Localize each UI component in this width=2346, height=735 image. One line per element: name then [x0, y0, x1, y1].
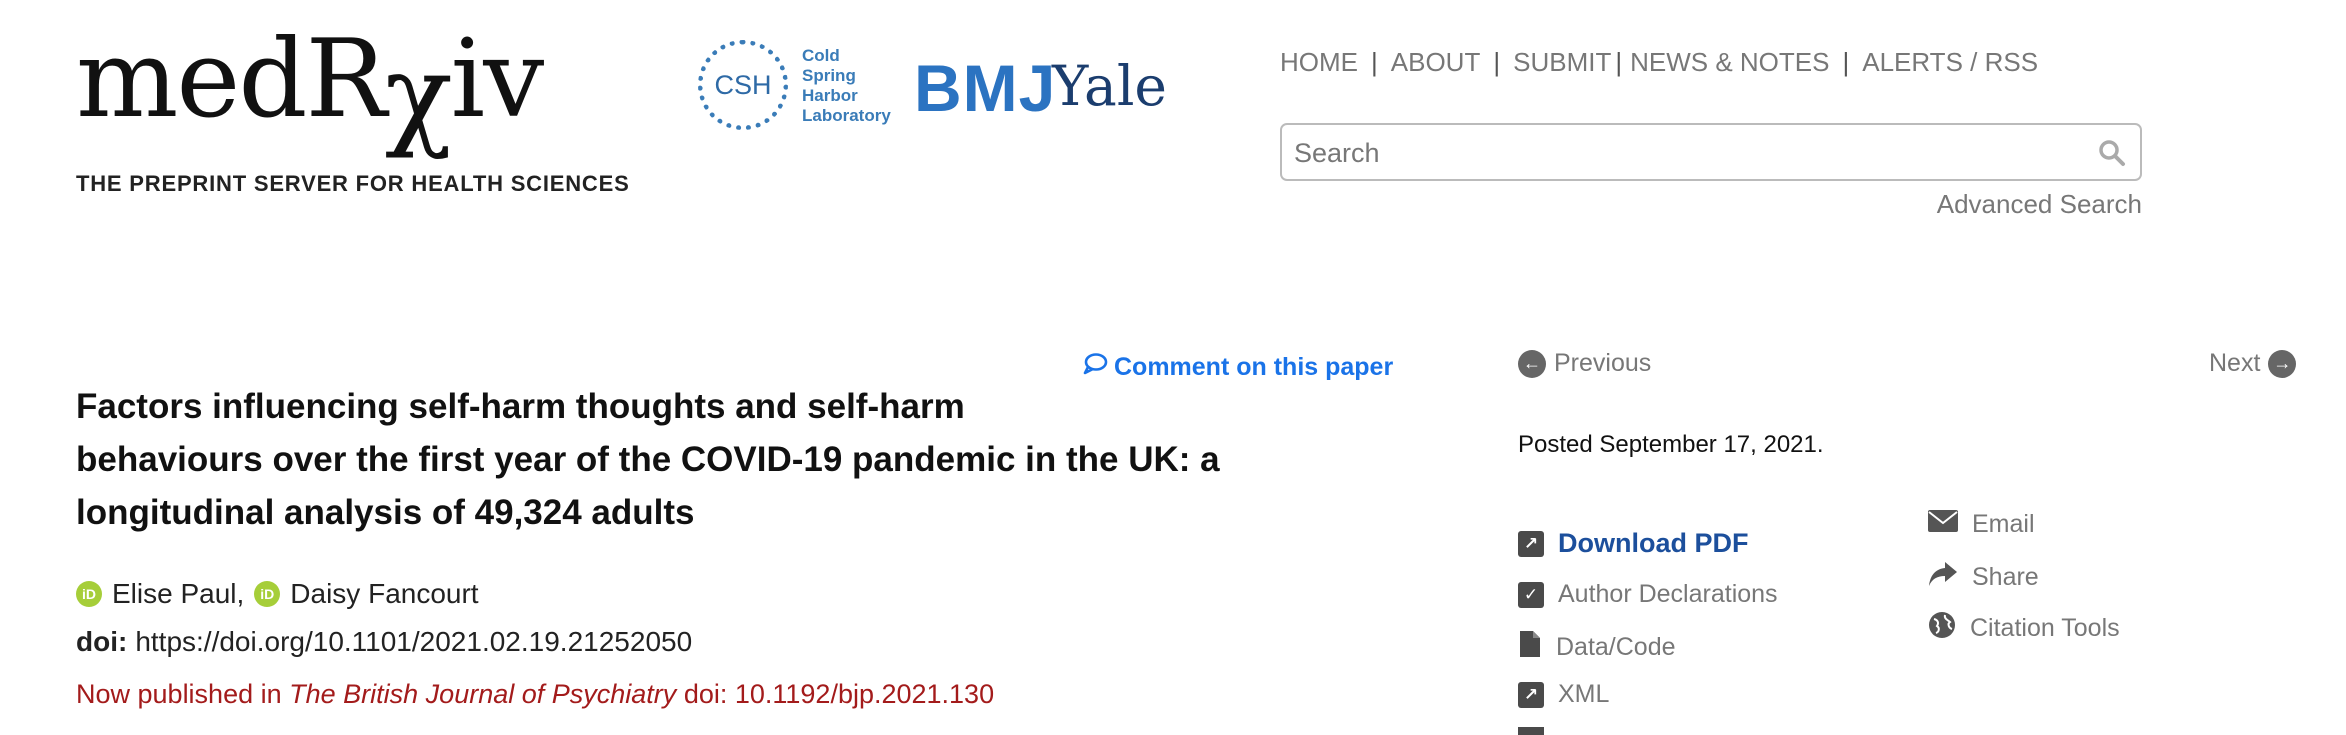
nav-alerts-rss[interactable]: ALERTS / RSS: [1862, 47, 2038, 78]
xml-label: XML: [1558, 680, 1610, 708]
external-link-icon: ↗: [1518, 530, 1544, 557]
logo-tagline: THE PREPRINT SERVER FOR HEALTH SCIENCES: [76, 171, 630, 196]
next-link[interactable]: Next →: [2209, 349, 2297, 378]
nav-home[interactable]: HOME: [1280, 47, 1358, 78]
advanced-search-link[interactable]: Advanced Search: [1937, 189, 2142, 220]
search-icon[interactable]: [2098, 139, 2126, 172]
checkbox-icon: ✓: [1518, 581, 1544, 608]
data-code-link[interactable]: Data/Code: [1518, 630, 1676, 665]
download-pdf-link[interactable]: ↗ Download PDF: [1518, 528, 1749, 559]
author-name[interactable]: Daisy Fancourt: [290, 578, 478, 610]
previous-link[interactable]: ← Previous: [1518, 349, 1651, 378]
partial-icon: [1518, 727, 1544, 735]
author-list: iD Elise Paul, iD Daisy Fancourt: [76, 578, 479, 610]
published-journal: The British Journal of Psychiatry: [289, 679, 677, 709]
nav-news-notes[interactable]: NEWS & NOTES: [1630, 47, 1829, 78]
share-label: Share: [1972, 563, 2039, 591]
yale-logo[interactable]: Yale: [1052, 54, 1167, 118]
email-label: Email: [1972, 510, 2035, 538]
csh-logo-text: Cold Spring Harbor Laboratory: [802, 46, 891, 125]
published-notice[interactable]: Now published in The British Journal of …: [76, 679, 994, 710]
citation-tools-label: Citation Tools: [1970, 614, 2120, 642]
logo-text-chi: χ: [384, 31, 453, 161]
external-link-icon: ↗: [1518, 681, 1544, 708]
xml-link[interactable]: ↗ XML: [1518, 680, 1609, 709]
top-navigation: HOME | ABOUT | SUBMIT | NEWS & NOTES | A…: [1280, 47, 2038, 78]
comment-link-label: Comment on this paper: [1114, 353, 1394, 381]
csh-logo[interactable]: CSH: [698, 40, 788, 130]
share-link[interactable]: Share: [1928, 561, 2039, 594]
nav-separator: |: [1371, 47, 1378, 77]
nav-separator: |: [1493, 47, 1501, 77]
orcid-icon[interactable]: iD: [76, 581, 102, 607]
next-label: Next: [2209, 349, 2261, 377]
envelope-icon: [1928, 510, 1958, 539]
doi-link[interactable]: https://doi.org/10.1101/2021.02.19.21252…: [135, 626, 692, 657]
author-declarations-link[interactable]: ✓ Author Declarations: [1518, 580, 1778, 609]
title-line: longitudinal analysis of 49,324 adults: [76, 493, 695, 532]
published-prefix: Now published in: [76, 679, 282, 709]
nav-about[interactable]: ABOUT: [1391, 47, 1481, 78]
logo-text-end: iv: [450, 17, 545, 142]
csh-mark: CSH: [714, 69, 772, 100]
arrow-right-icon: →: [2268, 349, 2297, 378]
search-input[interactable]: [1292, 133, 2086, 173]
author-name[interactable]: Elise Paul,: [112, 578, 244, 610]
citation-tools-link[interactable]: Citation Tools: [1928, 611, 2120, 646]
globe-icon: [1928, 611, 1956, 646]
title-line: behaviours over the first year of the CO…: [76, 440, 1220, 479]
nav-separator: |: [1615, 47, 1623, 77]
medrxiv-logo[interactable]: medRχiv: [76, 22, 544, 153]
comment-link[interactable]: Comment on this paper: [1082, 352, 1393, 383]
posted-date: Posted September 17, 2021.: [1518, 431, 1824, 458]
speech-bubble-icon: [1082, 352, 1108, 383]
arrow-left-icon: ←: [1518, 349, 1546, 378]
bmj-logo[interactable]: BMJ: [914, 50, 1056, 126]
previous-label: Previous: [1554, 349, 1652, 377]
nav-submit[interactable]: SUBMIT: [1513, 47, 1611, 78]
file-icon: [1518, 630, 1542, 665]
doi-label: doi:: [76, 626, 128, 657]
article-title: Factors influencing self-harm thoughts a…: [76, 380, 1366, 539]
data-code-label: Data/Code: [1556, 633, 1676, 661]
orcid-icon[interactable]: iD: [254, 581, 281, 607]
share-arrow-icon: [1928, 561, 1958, 594]
search-box: [1280, 123, 2142, 181]
author-declarations-label: Author Declarations: [1558, 580, 1778, 608]
nav-separator: |: [1842, 47, 1850, 77]
published-doi: doi: 10.1192/bjp.2021.130: [683, 679, 995, 709]
doi-line: doi: https://doi.org/10.1101/2021.02.19.2…: [76, 626, 692, 658]
title-line: Factors influencing self-harm thoughts a…: [76, 387, 965, 426]
logo-text-main: medR: [76, 17, 387, 142]
download-pdf-label: Download PDF: [1558, 528, 1749, 558]
email-link[interactable]: Email: [1928, 510, 2035, 539]
